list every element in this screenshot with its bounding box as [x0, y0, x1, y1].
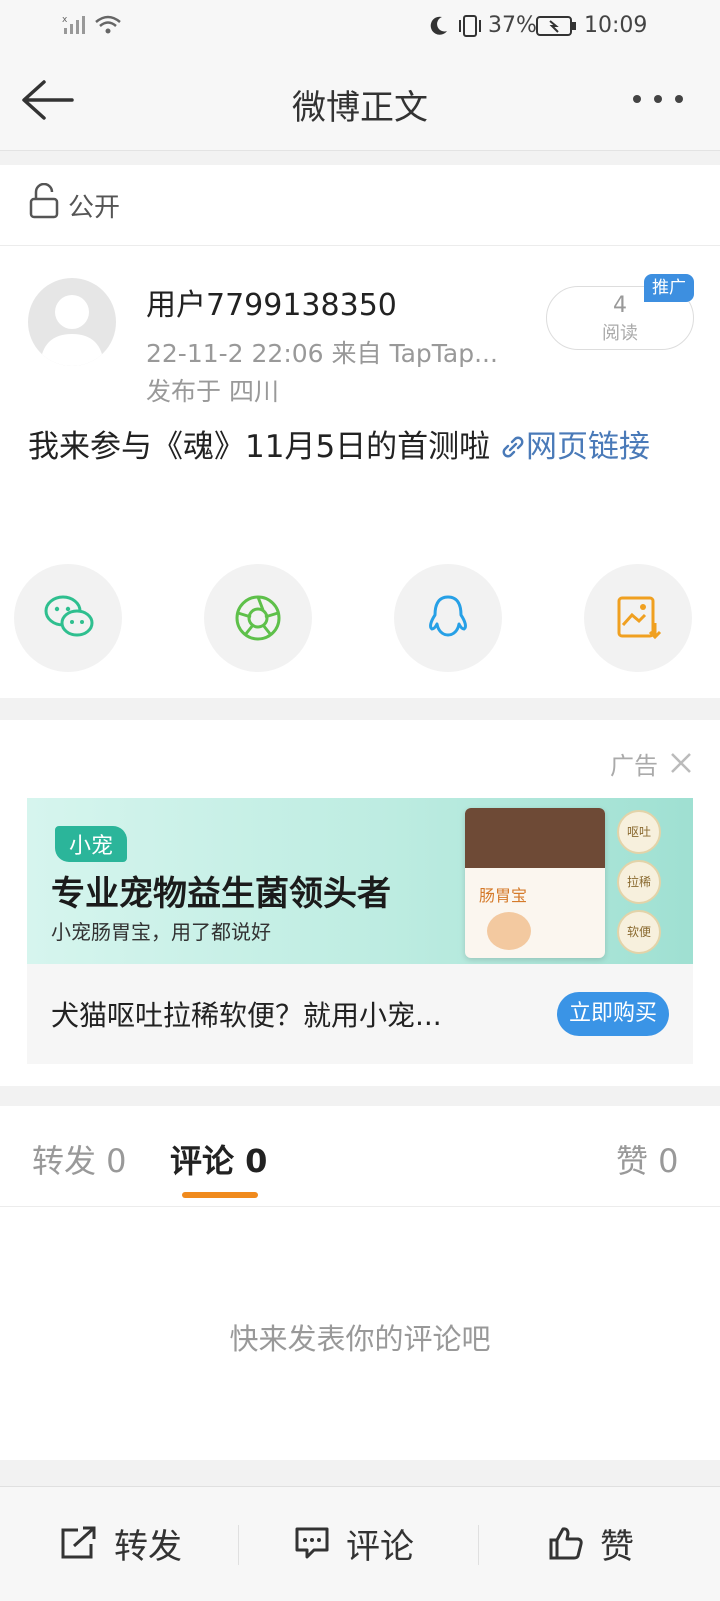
- post-text: 我来参与《魂》11月5日的首测啦 网页链接: [28, 424, 698, 470]
- web-link-text[interactable]: 网页链接: [526, 429, 650, 465]
- tab-like[interactable]: 赞 0: [616, 1136, 679, 1182]
- more-options-icon[interactable]: [630, 92, 686, 106]
- default-avatar-icon: [40, 295, 104, 366]
- product-label: 肠胃宝: [479, 886, 528, 905]
- empty-comments-text: 快来发表你的评论吧: [229, 1322, 491, 1356]
- ad-card: 广告 小宠 专业宠物益生菌领头者 小宠肠胃宝，用了都说好 肠胃宝 呕吐 拉稀 软…: [0, 720, 720, 1086]
- repost-icon: [61, 1526, 96, 1559]
- ad-subline: 小宠肠胃宝，用了都说好: [51, 920, 271, 944]
- battery-percent: 37%: [488, 13, 537, 38]
- post-location: 发布于 四川: [146, 377, 279, 406]
- interaction-section: 转发 0 评论 0 赞 0 快来发表你的评论吧: [0, 1106, 720, 1460]
- page-title: 微博正文: [292, 88, 428, 128]
- cat-illustration: [487, 912, 531, 950]
- clock: 10:09: [584, 13, 648, 38]
- nav-bar: 微博正文: [0, 54, 720, 151]
- qq-icon: [429, 595, 467, 637]
- battery-icon: [536, 16, 576, 36]
- like-button[interactable]: 赞: [548, 1513, 634, 1573]
- bottom-action-bar: 转发 评论 赞: [0, 1486, 720, 1601]
- status-bar: x 37% 10:09: [0, 0, 720, 54]
- comment-button[interactable]: 评论: [294, 1513, 414, 1573]
- username[interactable]: 用户7799138350: [146, 280, 397, 324]
- unlock-icon: [29, 183, 59, 219]
- active-tab-indicator: [182, 1192, 258, 1198]
- repost-button[interactable]: 转发: [60, 1513, 182, 1573]
- save-image-icon: [617, 596, 662, 640]
- link-icon: [502, 436, 524, 458]
- interaction-tabs: 转发 0 评论 0 赞 0: [0, 1106, 720, 1207]
- divider: [478, 1525, 479, 1565]
- visibility-label: 公开: [68, 193, 121, 223]
- ad-brand-logo: 小宠: [55, 826, 128, 862]
- divider: [238, 1525, 239, 1565]
- ad-description: 犬猫呕吐拉稀软便？就用小宠...: [51, 999, 442, 1032]
- moments-icon: [235, 595, 281, 641]
- comment-icon: [295, 1527, 329, 1559]
- tab-repost[interactable]: 转发 0: [32, 1136, 127, 1182]
- ad-banner-image[interactable]: 小宠 专业宠物益生菌领头者 小宠肠胃宝，用了都说好 肠胃宝 呕吐 拉稀 软便: [27, 798, 693, 964]
- ad-badge-1: 呕吐: [617, 810, 661, 854]
- web-link[interactable]: 网页链接: [500, 429, 650, 465]
- share-wechat-button[interactable]: [14, 564, 122, 672]
- read-label: 阅读: [602, 323, 638, 344]
- ad-badge-2: 拉稀: [617, 860, 661, 904]
- vibrate-icon: [459, 15, 481, 37]
- visibility-row: 公开: [0, 165, 720, 246]
- tab-comment[interactable]: 评论 0: [170, 1136, 267, 1182]
- promote-badge[interactable]: 推广: [644, 274, 694, 302]
- save-image-button[interactable]: [584, 564, 692, 672]
- wifi-icon: [95, 15, 121, 34]
- product-box-image: 肠胃宝: [465, 808, 605, 958]
- post-card: 用户7799138350 22-11-2 22:06 来自 TapTap... …: [0, 246, 720, 698]
- close-ad-icon[interactable]: [670, 752, 692, 774]
- comment-label: 评论: [346, 1526, 414, 1567]
- ad-label: 广告: [610, 752, 658, 780]
- post-body: 我来参与《魂》11月5日的首测啦: [28, 429, 501, 465]
- like-label: 赞: [600, 1526, 634, 1567]
- share-moments-button[interactable]: [204, 564, 312, 672]
- svg-text:x: x: [62, 15, 68, 25]
- do-not-disturb-moon-icon: [430, 16, 447, 35]
- ad-headline: 专业宠物益生菌领头者: [51, 874, 391, 914]
- thumbs-up-icon: [549, 1527, 583, 1560]
- avatar[interactable]: [28, 278, 116, 366]
- post-time-source: 22-11-2 22:06 来自 TapTap...: [146, 339, 498, 368]
- ad-badge-3: 软便: [617, 910, 661, 954]
- signal-icon: x: [62, 15, 85, 34]
- wechat-icon: [44, 595, 94, 637]
- ad-footer[interactable]: 犬猫呕吐拉稀软便？就用小宠... 立即购买: [27, 964, 693, 1064]
- buy-now-button[interactable]: 立即购买: [557, 992, 669, 1036]
- repost-label: 转发: [114, 1526, 182, 1567]
- share-qq-button[interactable]: [394, 564, 502, 672]
